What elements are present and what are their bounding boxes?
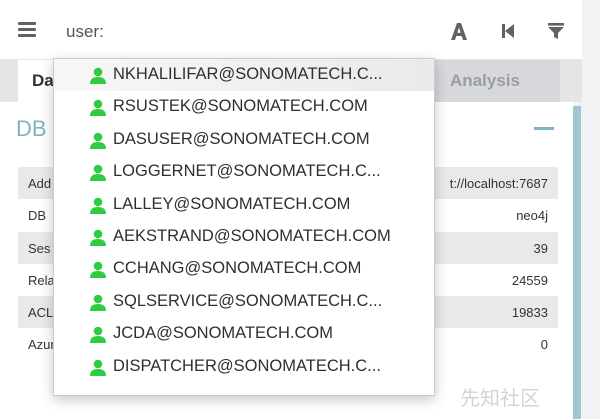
menu-icon[interactable]: [18, 22, 36, 38]
autocomplete-item-label: LOGGERNET@SONOMATECH.C...: [113, 162, 381, 181]
autocomplete-item-label: DASUSER@SONOMATECH.COM: [113, 129, 370, 148]
autocomplete-item-label: AEKSTRAND@SONOMATECH.COM: [113, 226, 391, 245]
user-icon: [90, 164, 106, 182]
autocomplete-item-label: CCHANG@SONOMATECH.COM: [113, 259, 362, 278]
user-icon: [90, 359, 106, 376]
user-icon: [90, 229, 106, 246]
user-icon: [90, 197, 106, 214]
user-icon: [90, 67, 106, 84]
row-value: neo4j: [516, 208, 548, 224]
autocomplete-item[interactable]: DASUSER@SONOMATECH.COM: [54, 124, 434, 156]
autocomplete-item[interactable]: DISPATCHER@SONOMATECH.C...: [54, 351, 434, 383]
row-label: ACL: [28, 305, 54, 321]
panel-title: DB: [16, 116, 47, 141]
row-label: Add: [28, 176, 52, 191]
row-label: Ses: [28, 240, 51, 256]
user-icon: [90, 132, 106, 149]
autocomplete-item-label: JCDA@SONOMATECH.COM: [113, 324, 333, 343]
autocomplete-item[interactable]: NKHALILIFAR@SONOMATECH.C...: [54, 59, 434, 92]
autocomplete-item[interactable]: LALLEY@SONOMATECH.COM: [54, 189, 434, 221]
row-value: 24559: [511, 272, 548, 288]
autocomplete-item-label: SQLSERVICE@SONOMATECH.C...: [113, 291, 383, 310]
row-label: Rela: [28, 272, 55, 288]
autocomplete-item-label: RSUSTEK@SONOMATECH.COM: [113, 97, 368, 116]
skip-back-icon[interactable]: [497, 20, 519, 42]
autocomplete-item[interactable]: AEKSTRAND@SONOMATECH.COM: [54, 221, 434, 253]
user-icon: [90, 294, 106, 311]
autocomplete-item[interactable]: JCDA@SONOMATECH.COM: [54, 318, 434, 350]
row-label: DB: [28, 208, 47, 224]
autocomplete-item[interactable]: LOGGERNET@SONOMATECH.C...: [54, 156, 434, 188]
autocomplete-item[interactable]: SQLSERVICE@SONOMATECH.C...: [54, 286, 434, 318]
search-bar: [0, 0, 582, 60]
search-input[interactable]: [58, 18, 418, 46]
row-value: 0: [540, 337, 548, 353]
autocomplete-item-label: NKHALILIFAR@SONOMATECH.C...: [113, 65, 383, 83]
collapse-button[interactable]: [534, 127, 554, 130]
user-icon: [90, 100, 106, 117]
user-icon: [90, 262, 106, 279]
filter-icon[interactable]: [545, 20, 567, 42]
user-icon: [90, 326, 106, 344]
row-value: 39: [533, 240, 548, 256]
autocomplete-item[interactable]: CCHANG@SONOMATECH.COM: [54, 253, 434, 285]
watermark: 先知社区: [460, 386, 540, 410]
panel-scrollbar[interactable]: [573, 106, 581, 419]
font-icon[interactable]: [448, 20, 470, 42]
row-value: 19833: [511, 305, 548, 321]
autocomplete-item-label: LALLEY@SONOMATECH.COM: [113, 194, 351, 213]
autocomplete-item-label: DISPATCHER@SONOMATECH.C...: [113, 356, 381, 375]
autocomplete-item[interactable]: RSUSTEK@SONOMATECH.COM: [54, 91, 434, 123]
row-value: t://localhost:7687: [449, 176, 548, 191]
autocomplete-dropdown: NKHALILIFAR@SONOMATECH.C... RSUSTEK@SONO…: [53, 58, 435, 396]
app-root: DB Add t://localhost:7687 DB neo4j Ses 3…: [0, 0, 600, 419]
